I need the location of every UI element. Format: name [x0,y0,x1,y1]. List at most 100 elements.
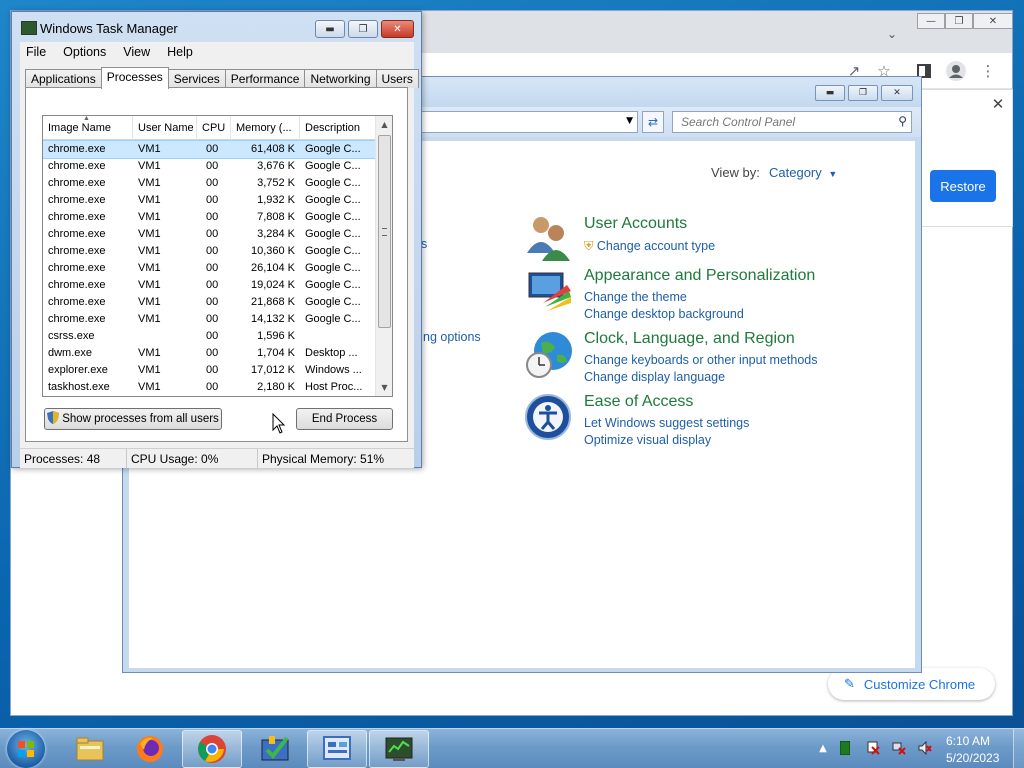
menu-help[interactable]: Help [158,45,201,59]
tm-close-button[interactable]: ✕ [381,20,414,38]
chrome-minimize-button[interactable]: — [917,13,945,29]
taskbar-action-center[interactable] [245,730,305,768]
ease-of-access-icon[interactable] [523,392,573,442]
profile-avatar-icon[interactable] [943,58,969,84]
tab-networking[interactable]: Networking [304,69,377,88]
chevron-down-icon: ▼ [828,169,838,179]
tm-minimize-button[interactable]: ▬ [315,20,345,38]
change-theme-link[interactable]: Change the theme [584,290,687,304]
column-image-name[interactable]: ▲ Image Name [43,116,133,140]
category-title[interactable]: Appearance and Personalization [584,267,815,285]
menu-file[interactable]: File [20,45,54,59]
taskbar-explorer[interactable] [60,730,120,768]
cell-user-name: VM1 [138,381,161,393]
process-list[interactable]: ▲ Image Name User Name CPU Memory (... D… [42,115,393,397]
process-row[interactable]: chrome.exe VM1 00 21,868 K Google C... [43,294,375,311]
volume-muted-icon[interactable] [918,741,932,755]
cell-image-name: chrome.exe [48,160,106,172]
uac-shield-icon [47,411,60,427]
process-row[interactable]: dwm.exe VM1 00 1,704 K Desktop ... [43,345,375,362]
change-desktop-background-link[interactable]: Change desktop background [584,307,744,321]
process-row[interactable]: chrome.exe VM1 00 3,676 K Google C... [43,158,375,175]
process-list-scrollbar[interactable]: ▲ ▼ [375,116,392,396]
tab-performance[interactable]: Performance [224,69,306,88]
cp-maximize-button[interactable]: ❐ [848,85,878,101]
tab-users[interactable]: Users [375,69,419,88]
cell-memory: 14,132 K [250,313,295,325]
user-accounts-icon[interactable] [523,213,573,263]
tab-applications[interactable]: Applications [25,69,102,88]
cp-search-input[interactable]: Search Control Panel ⚲ [672,111,912,133]
cell-description: Google C... [305,194,361,206]
optimize-visual-display-link[interactable]: Optimize visual display [584,433,711,447]
category-title[interactable]: Clock, Language, and Region [584,330,795,348]
cp-close-button[interactable]: ✕ [881,85,913,101]
partial-link[interactable]: ng options [423,330,481,344]
chrome-restore-window-button[interactable]: ❐ [945,13,973,29]
address-dropdown-icon[interactable]: ▼ [626,116,633,126]
cp-minimize-button[interactable]: ▬ [815,85,845,101]
change-account-type-link[interactable]: ⛨ Change account type [584,239,715,254]
network-icon[interactable] [892,741,906,755]
menu-options[interactable]: Options [54,45,114,59]
process-row[interactable]: explorer.exe VM1 00 17,012 K Windows ... [43,362,375,379]
show-all-processes-button[interactable]: Show processes from all users [44,408,222,430]
tm-maximize-button[interactable]: ❐ [348,20,378,38]
appearance-icon[interactable] [523,265,573,315]
cell-user-name: VM1 [138,364,161,376]
popup-close-icon[interactable]: ✕ [988,94,1008,114]
clock-date[interactable]: 5/20/2023 [946,751,999,765]
cell-cpu: 00 [206,211,219,223]
start-button[interactable] [7,730,45,768]
column-description[interactable]: Description [300,116,375,140]
column-user-name[interactable]: User Name [133,116,197,140]
column-memory[interactable]: Memory (... [231,116,300,140]
change-display-language-link[interactable]: Change display language [584,370,725,384]
taskbar-task-manager[interactable] [369,730,429,768]
process-row[interactable]: csrss.exe 00 1,596 K [43,328,375,345]
menu-view[interactable]: View [114,45,158,59]
process-row[interactable]: taskhost.exe VM1 00 2,180 K Host Proc... [43,379,375,396]
process-row[interactable]: chrome.exe VM1 00 7,808 K Google C... [43,209,375,226]
chrome-tab-search-icon[interactable]: ⌄ [887,27,897,41]
process-row[interactable]: chrome.exe VM1 00 3,284 K Google C... [43,226,375,243]
taskbar-firefox[interactable] [120,730,180,768]
process-row[interactable]: chrome.exe VM1 00 14,132 K Google C... [43,311,375,328]
taskbar-control-panel[interactable] [307,730,367,768]
change-keyboards-link[interactable]: Change keyboards or other input methods [584,353,817,367]
process-row[interactable]: chrome.exe VM1 00 3,752 K Google C... [43,175,375,192]
scroll-up-icon[interactable]: ▲ [376,116,392,133]
show-desktop-button[interactable] [1013,729,1024,768]
clock-globe-icon[interactable] [523,329,573,379]
scroll-down-icon[interactable]: ▼ [376,379,392,396]
scroll-grip-icon [382,228,387,236]
search-icon[interactable]: ⚲ [898,114,907,128]
clock-time[interactable]: 6:10 AM [946,734,990,748]
cell-description [300,328,375,345]
view-by-dropdown[interactable]: Category ▼ [769,165,837,180]
view-by-label: View by: [711,165,760,180]
cell-cpu: 00 [206,245,219,257]
tab-processes[interactable]: Processes [100,67,169,89]
scroll-thumb[interactable] [378,135,391,328]
restore-button[interactable]: Restore [930,170,996,202]
show-hidden-icons-icon[interactable]: ▲ [816,741,830,755]
chrome-close-button[interactable]: ✕ [973,13,1013,29]
process-row[interactable]: chrome.exe VM1 00 26,104 K Google C... [43,260,375,277]
tray-performance-icon[interactable] [838,741,852,755]
cell-cpu: 00 [206,364,219,376]
chrome-menu-icon[interactable]: ⋮ [975,58,1001,84]
category-title[interactable]: User Accounts [584,215,687,233]
process-row[interactable]: chrome.exe VM1 00 1,932 K Google C... [43,192,375,209]
refresh-icon[interactable]: ⇄ [642,111,664,133]
category-title[interactable]: Ease of Access [584,393,693,411]
process-row[interactable]: chrome.exe VM1 00 10,360 K Google C... [43,243,375,260]
process-row[interactable]: chrome.exe VM1 00 61,408 K Google C... [43,140,376,159]
end-process-button[interactable]: End Process [296,408,393,430]
process-row[interactable]: chrome.exe VM1 00 19,024 K Google C... [43,277,375,294]
tab-services[interactable]: Services [167,69,226,88]
column-cpu[interactable]: CPU [197,116,231,140]
action-center-flag-icon[interactable] [866,741,880,755]
taskbar-chrome[interactable] [182,730,242,768]
let-windows-suggest-link[interactable]: Let Windows suggest settings [584,416,749,430]
